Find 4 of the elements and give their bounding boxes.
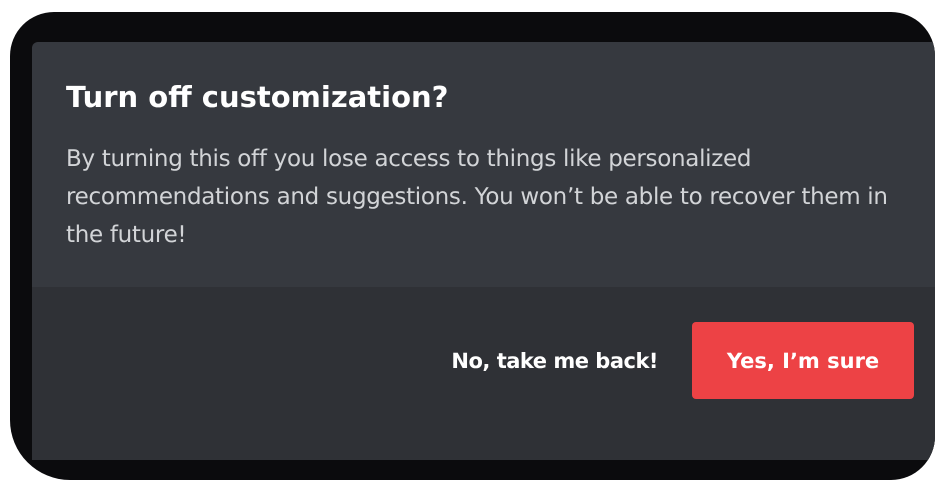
cancel-button[interactable]: No, take me back! bbox=[447, 322, 662, 399]
dialog-title: Turn off customization? bbox=[66, 80, 450, 114]
confirm-button[interactable]: Yes, I’m sure bbox=[692, 322, 914, 399]
dialog-message: By turning this off you lose access to things like personalized recommendations and suggestions. You won’t be able to recover them in the future! bbox=[66, 145, 889, 250]
